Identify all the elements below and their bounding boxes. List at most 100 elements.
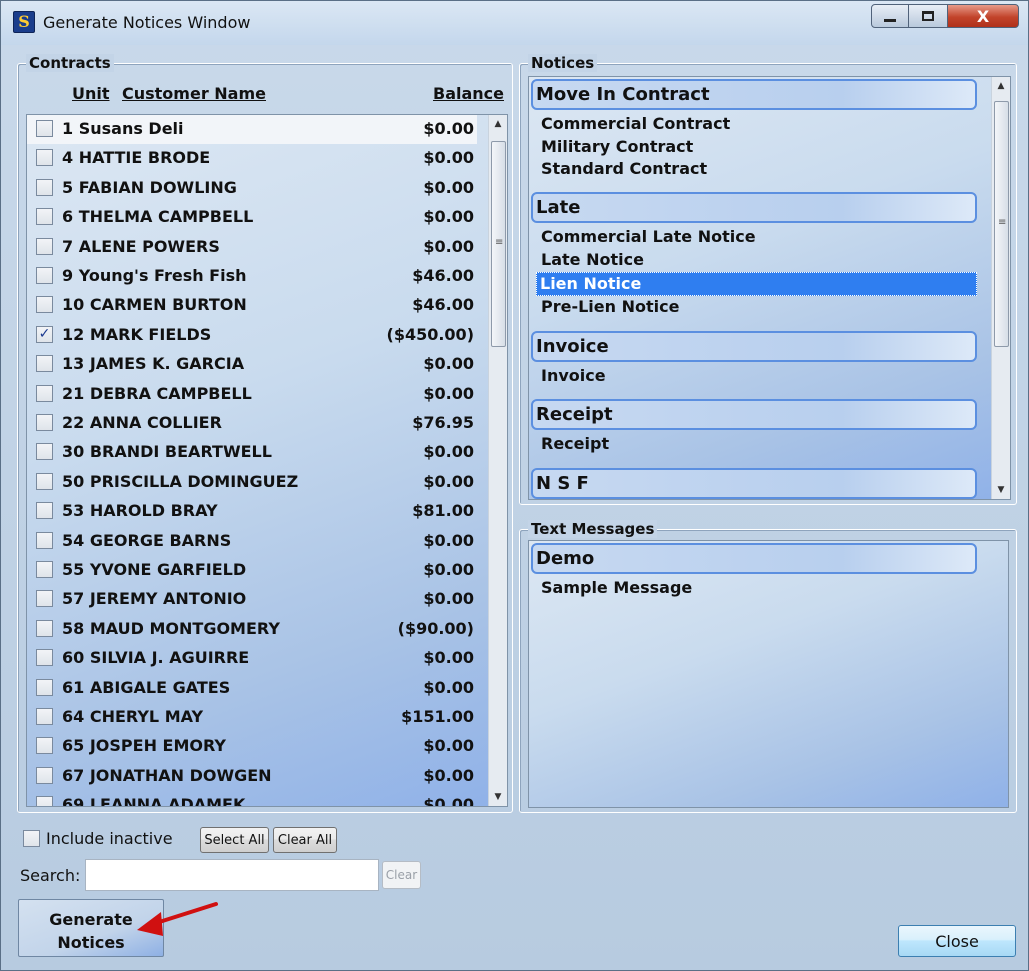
include-inactive-label[interactable]: Include inactive	[46, 829, 173, 848]
clear-all-button[interactable]: Clear All	[273, 827, 337, 853]
contract-row[interactable]: 7 ALENE POWERS $0.00	[27, 233, 477, 262]
contract-checkbox[interactable]	[36, 619, 53, 637]
contract-row[interactable]: 58 MAUD MONTGOMERY ($90.00)	[27, 615, 477, 644]
contract-checkbox[interactable]	[36, 649, 53, 667]
contract-checkbox[interactable]	[36, 561, 53, 578]
contract-checkbox[interactable]	[36, 296, 53, 314]
contract-checkbox[interactable]	[36, 120, 53, 137]
contract-checkbox[interactable]	[36, 355, 53, 373]
contract-row[interactable]: 13 JAMES K. GARCIA $0.00	[27, 350, 477, 379]
list-item[interactable]: Commercial Late Notice	[541, 227, 756, 246]
list-item[interactable]: Military Contract	[541, 137, 693, 156]
contract-balance: $0.00	[423, 471, 474, 491]
contract-row[interactable]: 9 Young's Fresh Fish $46.00	[27, 262, 477, 291]
contract-checkbox[interactable]	[36, 766, 53, 784]
contract-row[interactable]: 65 JOSPEH EMORY $0.00	[27, 732, 477, 761]
window-title: Generate Notices Window	[43, 13, 251, 32]
search-input[interactable]	[85, 859, 379, 891]
contract-checkbox[interactable]	[36, 267, 53, 284]
maximize-button[interactable]	[908, 4, 948, 28]
contract-checkbox[interactable]	[36, 178, 53, 196]
contract-row[interactable]: 57 JEREMY ANTONIO $0.00	[27, 585, 477, 614]
list-item[interactable]: Invoice	[541, 366, 606, 385]
contract-row[interactable]: 69 LEANNA ADAMEK $0.00	[27, 791, 477, 806]
contract-row[interactable]: 53 HAROLD BRAY $81.00	[27, 497, 477, 526]
contract-row[interactable]: 21 DEBRA CAMPBELL $0.00	[27, 380, 477, 409]
annotation-arrow-icon	[137, 902, 218, 936]
notices-list[interactable]: ▲ ≡ ▼ Move In Contract Commercial Contrac…	[528, 76, 1011, 500]
list-item[interactable]: Sample Message	[541, 578, 692, 597]
generate-notices-window: S Generate Notices Window X Contracts Un…	[0, 0, 1029, 971]
scroll-down-arrow-icon[interactable]: ▼	[992, 481, 1010, 499]
text-messages-list[interactable]: Demo Sample Message	[528, 540, 1009, 808]
include-inactive-checkbox[interactable]	[23, 830, 40, 847]
contract-checkbox[interactable]	[36, 443, 53, 461]
contract-checkbox[interactable]	[36, 796, 53, 806]
contract-row[interactable]: 30 BRANDI BEARTWELL $0.00	[27, 438, 477, 467]
close-button[interactable]: Close	[898, 925, 1016, 957]
customer-name-column-header[interactable]: Customer Name	[122, 84, 266, 103]
list-item[interactable]: Late Notice	[541, 250, 644, 269]
contract-checkbox[interactable]	[36, 208, 53, 226]
contract-row[interactable]: 50 PRISCILLA DOMINGUEZ $0.00	[27, 468, 477, 497]
contract-row[interactable]: 61 ABIGALE GATES $0.00	[27, 674, 477, 703]
unit-column-header[interactable]: Unit	[72, 84, 110, 103]
contract-checkbox[interactable]: ✓	[36, 325, 53, 343]
contract-row[interactable]: 10 CARMEN BURTON $46.00	[27, 291, 477, 320]
contracts-scrollbar[interactable]: ▲ ≡ ▼	[488, 115, 507, 806]
scroll-up-arrow-icon[interactable]: ▲	[992, 77, 1010, 95]
contracts-list[interactable]: ▲ ≡ ▼ 1 Susans Deli $0.00 4 HATTIE BRODE $0…	[26, 114, 508, 807]
title-bar[interactable]: S Generate Notices Window X	[1, 1, 1028, 45]
contract-label: 22 ANNA COLLIER	[62, 413, 222, 432]
contract-balance: $0.00	[423, 119, 474, 138]
category-header[interactable]: N S F	[531, 467, 977, 499]
scrollbar-thumb[interactable]: ≡	[994, 101, 1009, 347]
contract-row[interactable]: 6 THELMA CAMPBELL $0.00	[27, 203, 477, 232]
notices-scrollbar[interactable]: ▲ ≡ ▼	[991, 77, 1010, 499]
list-item[interactable]: Commercial Contract	[541, 114, 730, 133]
minimize-button[interactable]	[871, 4, 909, 28]
contract-row[interactable]: 64 CHERYL MAY $151.00	[27, 703, 477, 732]
contract-row[interactable]: ✓ 12 MARK FIELDS ($450.00)	[27, 321, 477, 350]
contract-checkbox[interactable]	[36, 472, 53, 490]
contract-checkbox[interactable]	[36, 708, 53, 725]
contract-row[interactable]: 4 HATTIE BRODE $0.00	[27, 144, 477, 173]
category-header[interactable]: Late	[531, 191, 977, 223]
contract-row[interactable]: 54 GEORGE BARNS $0.00	[27, 527, 477, 556]
contract-balance: $0.00	[423, 383, 474, 403]
contract-row[interactable]: 1 Susans Deli $0.00	[27, 115, 477, 144]
contract-checkbox[interactable]	[36, 678, 53, 696]
select-all-button[interactable]: Select All	[200, 827, 269, 853]
contract-checkbox[interactable]	[36, 531, 53, 549]
contract-row[interactable]: 22 ANNA COLLIER $76.95	[27, 409, 477, 438]
category-header[interactable]: Invoice	[531, 330, 977, 362]
list-item[interactable]: Standard Contract	[541, 159, 707, 178]
contract-row[interactable]: 5 FABIAN DOWLING $0.00	[27, 174, 477, 203]
contract-row[interactable]: 67 JONATHAN DOWGEN $0.00	[27, 762, 477, 791]
contract-label: 50 PRISCILLA DOMINGUEZ	[62, 471, 299, 491]
scrollbar-thumb[interactable]: ≡	[491, 141, 506, 347]
scroll-up-arrow-icon[interactable]: ▲	[489, 115, 507, 133]
contract-row[interactable]: 60 SILVIA J. AGUIRRE $0.00	[27, 644, 477, 673]
contract-checkbox[interactable]	[36, 384, 53, 402]
contract-checkbox[interactable]	[36, 590, 53, 608]
contract-checkbox[interactable]	[36, 502, 53, 520]
contract-row[interactable]: 55 YVONE GARFIELD $0.00	[27, 556, 477, 585]
category-header[interactable]: Demo	[531, 543, 977, 574]
list-item[interactable]: Receipt	[541, 434, 609, 453]
category-header[interactable]: Receipt	[531, 399, 977, 430]
contract-checkbox[interactable]	[36, 149, 53, 167]
search-clear-button[interactable]: Clear	[382, 861, 421, 889]
list-item[interactable]: Pre-Lien Notice	[541, 297, 679, 316]
app-logo-icon[interactable]: S	[13, 11, 35, 33]
category-header[interactable]: Move In Contract	[531, 79, 977, 110]
contract-checkbox[interactable]	[36, 414, 53, 431]
close-icon: X	[976, 6, 990, 26]
contract-balance: $0.00	[423, 236, 474, 256]
scroll-down-arrow-icon[interactable]: ▼	[489, 788, 507, 806]
close-window-button[interactable]: X	[947, 4, 1019, 28]
balance-column-header[interactable]: Balance	[433, 84, 504, 103]
list-item[interactable]: Lien Notice	[536, 271, 977, 296]
contract-checkbox[interactable]	[36, 737, 53, 755]
contract-checkbox[interactable]	[36, 237, 53, 255]
